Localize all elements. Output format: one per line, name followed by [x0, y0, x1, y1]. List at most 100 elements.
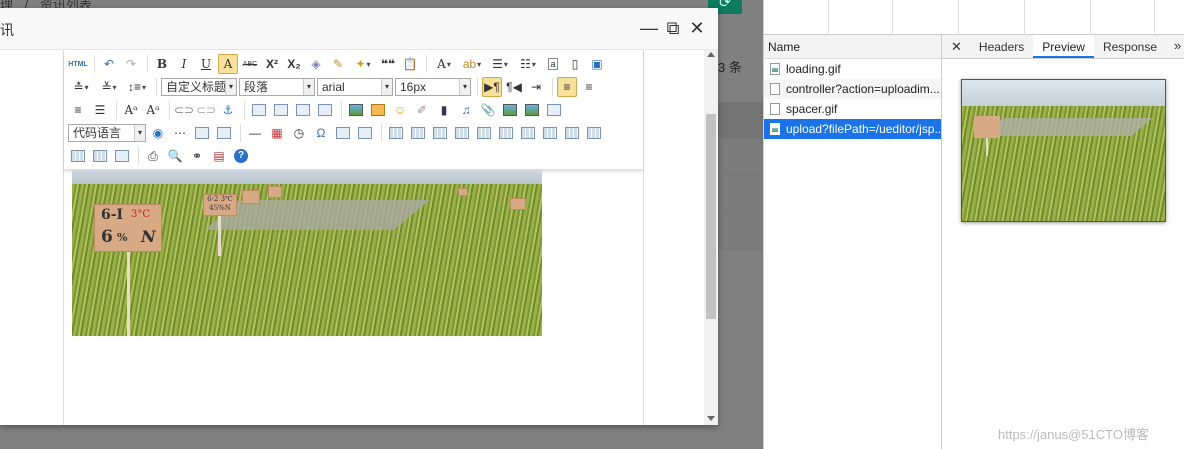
auto-typeset-button[interactable]: ✦ [350, 54, 376, 74]
preview-zoom-button[interactable]: 🔍 [165, 146, 185, 166]
line-height-button[interactable]: ↕≡ [124, 77, 150, 97]
merge-down-button[interactable] [584, 123, 604, 143]
align-left-button[interactable]: ≡ [557, 77, 577, 97]
insert-video-button[interactable]: ▮ [434, 100, 454, 120]
word-image-button[interactable] [333, 123, 353, 143]
insert-row-button[interactable] [452, 123, 472, 143]
more-tabs-chevron-icon[interactable]: » [1166, 35, 1184, 58]
help-button[interactable]: ? [231, 146, 251, 166]
undo-button[interactable]: ↶ [99, 54, 119, 74]
request-row[interactable]: controller?action=uploadim... [764, 79, 941, 99]
background-button[interactable] [214, 123, 234, 143]
request-row-selected[interactable]: upload?filePath=/ueditor/jsp... [764, 119, 941, 139]
delete-col-button[interactable] [518, 123, 538, 143]
template-button[interactable] [192, 123, 212, 143]
format-match-button[interactable]: ✎ [328, 54, 348, 74]
font-size-select[interactable]: 16px [395, 78, 471, 96]
font-border-button[interactable]: A [218, 54, 238, 74]
date-button[interactable]: ▦ [267, 123, 287, 143]
special-char-button[interactable]: Ω [311, 123, 331, 143]
link-button[interactable]: ⊂⊃ [174, 100, 194, 120]
time-button[interactable]: ◷ [289, 123, 309, 143]
merge-right-button[interactable] [562, 123, 582, 143]
tab-response[interactable]: Response [1094, 35, 1166, 58]
scrawl-button[interactable]: ✐ [412, 100, 432, 120]
music-button[interactable]: ♫ [456, 100, 476, 120]
superscript-button[interactable]: X² [262, 54, 282, 74]
clear-doc-button[interactable]: ▯ [565, 54, 585, 74]
bold-button[interactable]: B [152, 54, 172, 74]
snapscreen-button[interactable] [355, 123, 375, 143]
delete-table-button[interactable] [408, 123, 428, 143]
dialog-scrollbar[interactable] [704, 50, 718, 425]
merge-cells-button[interactable] [540, 123, 560, 143]
insert-paragraph-before-table-button[interactable] [430, 123, 450, 143]
to-uppercase-button[interactable]: Aᵃ [121, 100, 141, 120]
align-justify-button[interactable]: ☰ [90, 100, 110, 120]
rtl-direction-button[interactable]: ¶◀ [504, 77, 524, 97]
back-color-button[interactable]: ab [459, 54, 485, 74]
scroll-down-arrow-icon[interactable] [707, 416, 715, 421]
align-center-button[interactable]: ≡ [579, 77, 599, 97]
select-all-button[interactable]: a [543, 54, 563, 74]
split-to-cols-button[interactable] [90, 146, 110, 166]
subscript-button[interactable]: X₂ [284, 54, 304, 74]
image-left-button[interactable] [271, 100, 291, 120]
align-right-button[interactable]: ≡ [68, 100, 88, 120]
row-spacing-top-button[interactable]: ≛ [68, 77, 94, 97]
tab-preview[interactable]: Preview [1033, 35, 1094, 58]
scroll-thumb[interactable] [706, 114, 716, 319]
insert-image-button[interactable] [368, 100, 388, 120]
split-to-cells-button[interactable] [112, 146, 132, 166]
scroll-up-arrow-icon[interactable] [707, 52, 715, 57]
indent-button[interactable]: ⇥ [526, 77, 546, 97]
fore-color-button[interactable]: A [431, 54, 457, 74]
ordered-list-button[interactable]: ☰ [487, 54, 513, 74]
underline-button[interactable]: U [196, 54, 216, 74]
inserted-image[interactable]: 6-I 3°C 6 % N 6-2 3℃ 45%N [72, 170, 542, 336]
tab-headers[interactable]: Headers [970, 35, 1033, 58]
horizontal-rule-button[interactable]: — [245, 123, 265, 143]
name-column-header[interactable]: Name [764, 35, 941, 59]
code-language-select[interactable]: 代码语言 [68, 124, 146, 142]
print-button[interactable]: ⎙ [143, 146, 163, 166]
attachment-button[interactable]: 📎 [478, 100, 498, 120]
image-right-button[interactable] [293, 100, 313, 120]
close-detail-button[interactable]: ✕ [942, 35, 970, 58]
unlink-button[interactable]: ⊂⊃ [196, 100, 216, 120]
webapp-button[interactable]: ◉ [148, 123, 168, 143]
image-none-button[interactable] [249, 100, 269, 120]
minimize-button[interactable]: — [640, 19, 658, 37]
delete-row-button[interactable] [474, 123, 494, 143]
request-row[interactable]: loading.gif [764, 59, 941, 79]
custom-style-select[interactable]: 自定义标题 [161, 78, 237, 96]
maximize-button[interactable]: ⧉ [664, 19, 682, 37]
blockquote-button[interactable]: ❝❝ [378, 54, 398, 74]
emotion-button[interactable]: ☺ [390, 100, 410, 120]
map-button[interactable] [500, 100, 520, 120]
font-family-select[interactable]: arial [317, 78, 393, 96]
redo-button[interactable]: ↷ [121, 54, 141, 74]
preview-button[interactable]: ▣ [587, 54, 607, 74]
paragraph-select[interactable]: 段落 [239, 78, 315, 96]
to-lowercase-button[interactable]: Aᵃ [143, 100, 163, 120]
insert-table-button[interactable] [386, 123, 406, 143]
strikethrough-button[interactable]: ABC [240, 54, 260, 74]
anchor-button[interactable]: ⚓ [218, 100, 238, 120]
close-button[interactable]: ✕ [688, 19, 706, 37]
split-to-rows-button[interactable] [68, 146, 88, 166]
insert-col-button[interactable] [496, 123, 516, 143]
drafts-button[interactable]: ▤ [209, 146, 229, 166]
remove-format-button[interactable]: ◈ [306, 54, 326, 74]
request-row[interactable]: spacer.gif [764, 99, 941, 119]
row-spacing-bottom-button[interactable]: ≚ [96, 77, 122, 97]
unordered-list-button[interactable]: ☷ [515, 54, 541, 74]
italic-button[interactable]: I [174, 54, 194, 74]
pagebreak-button[interactable]: ⋯ [170, 123, 190, 143]
simple-upload-button[interactable] [346, 100, 366, 120]
insert-frame-button[interactable] [544, 100, 564, 120]
source-html-button[interactable]: HTML [68, 54, 88, 74]
search-replace-button[interactable]: ⚭ [187, 146, 207, 166]
paste-plain-button[interactable]: 📋 [400, 54, 420, 74]
image-center-button[interactable] [315, 100, 335, 120]
